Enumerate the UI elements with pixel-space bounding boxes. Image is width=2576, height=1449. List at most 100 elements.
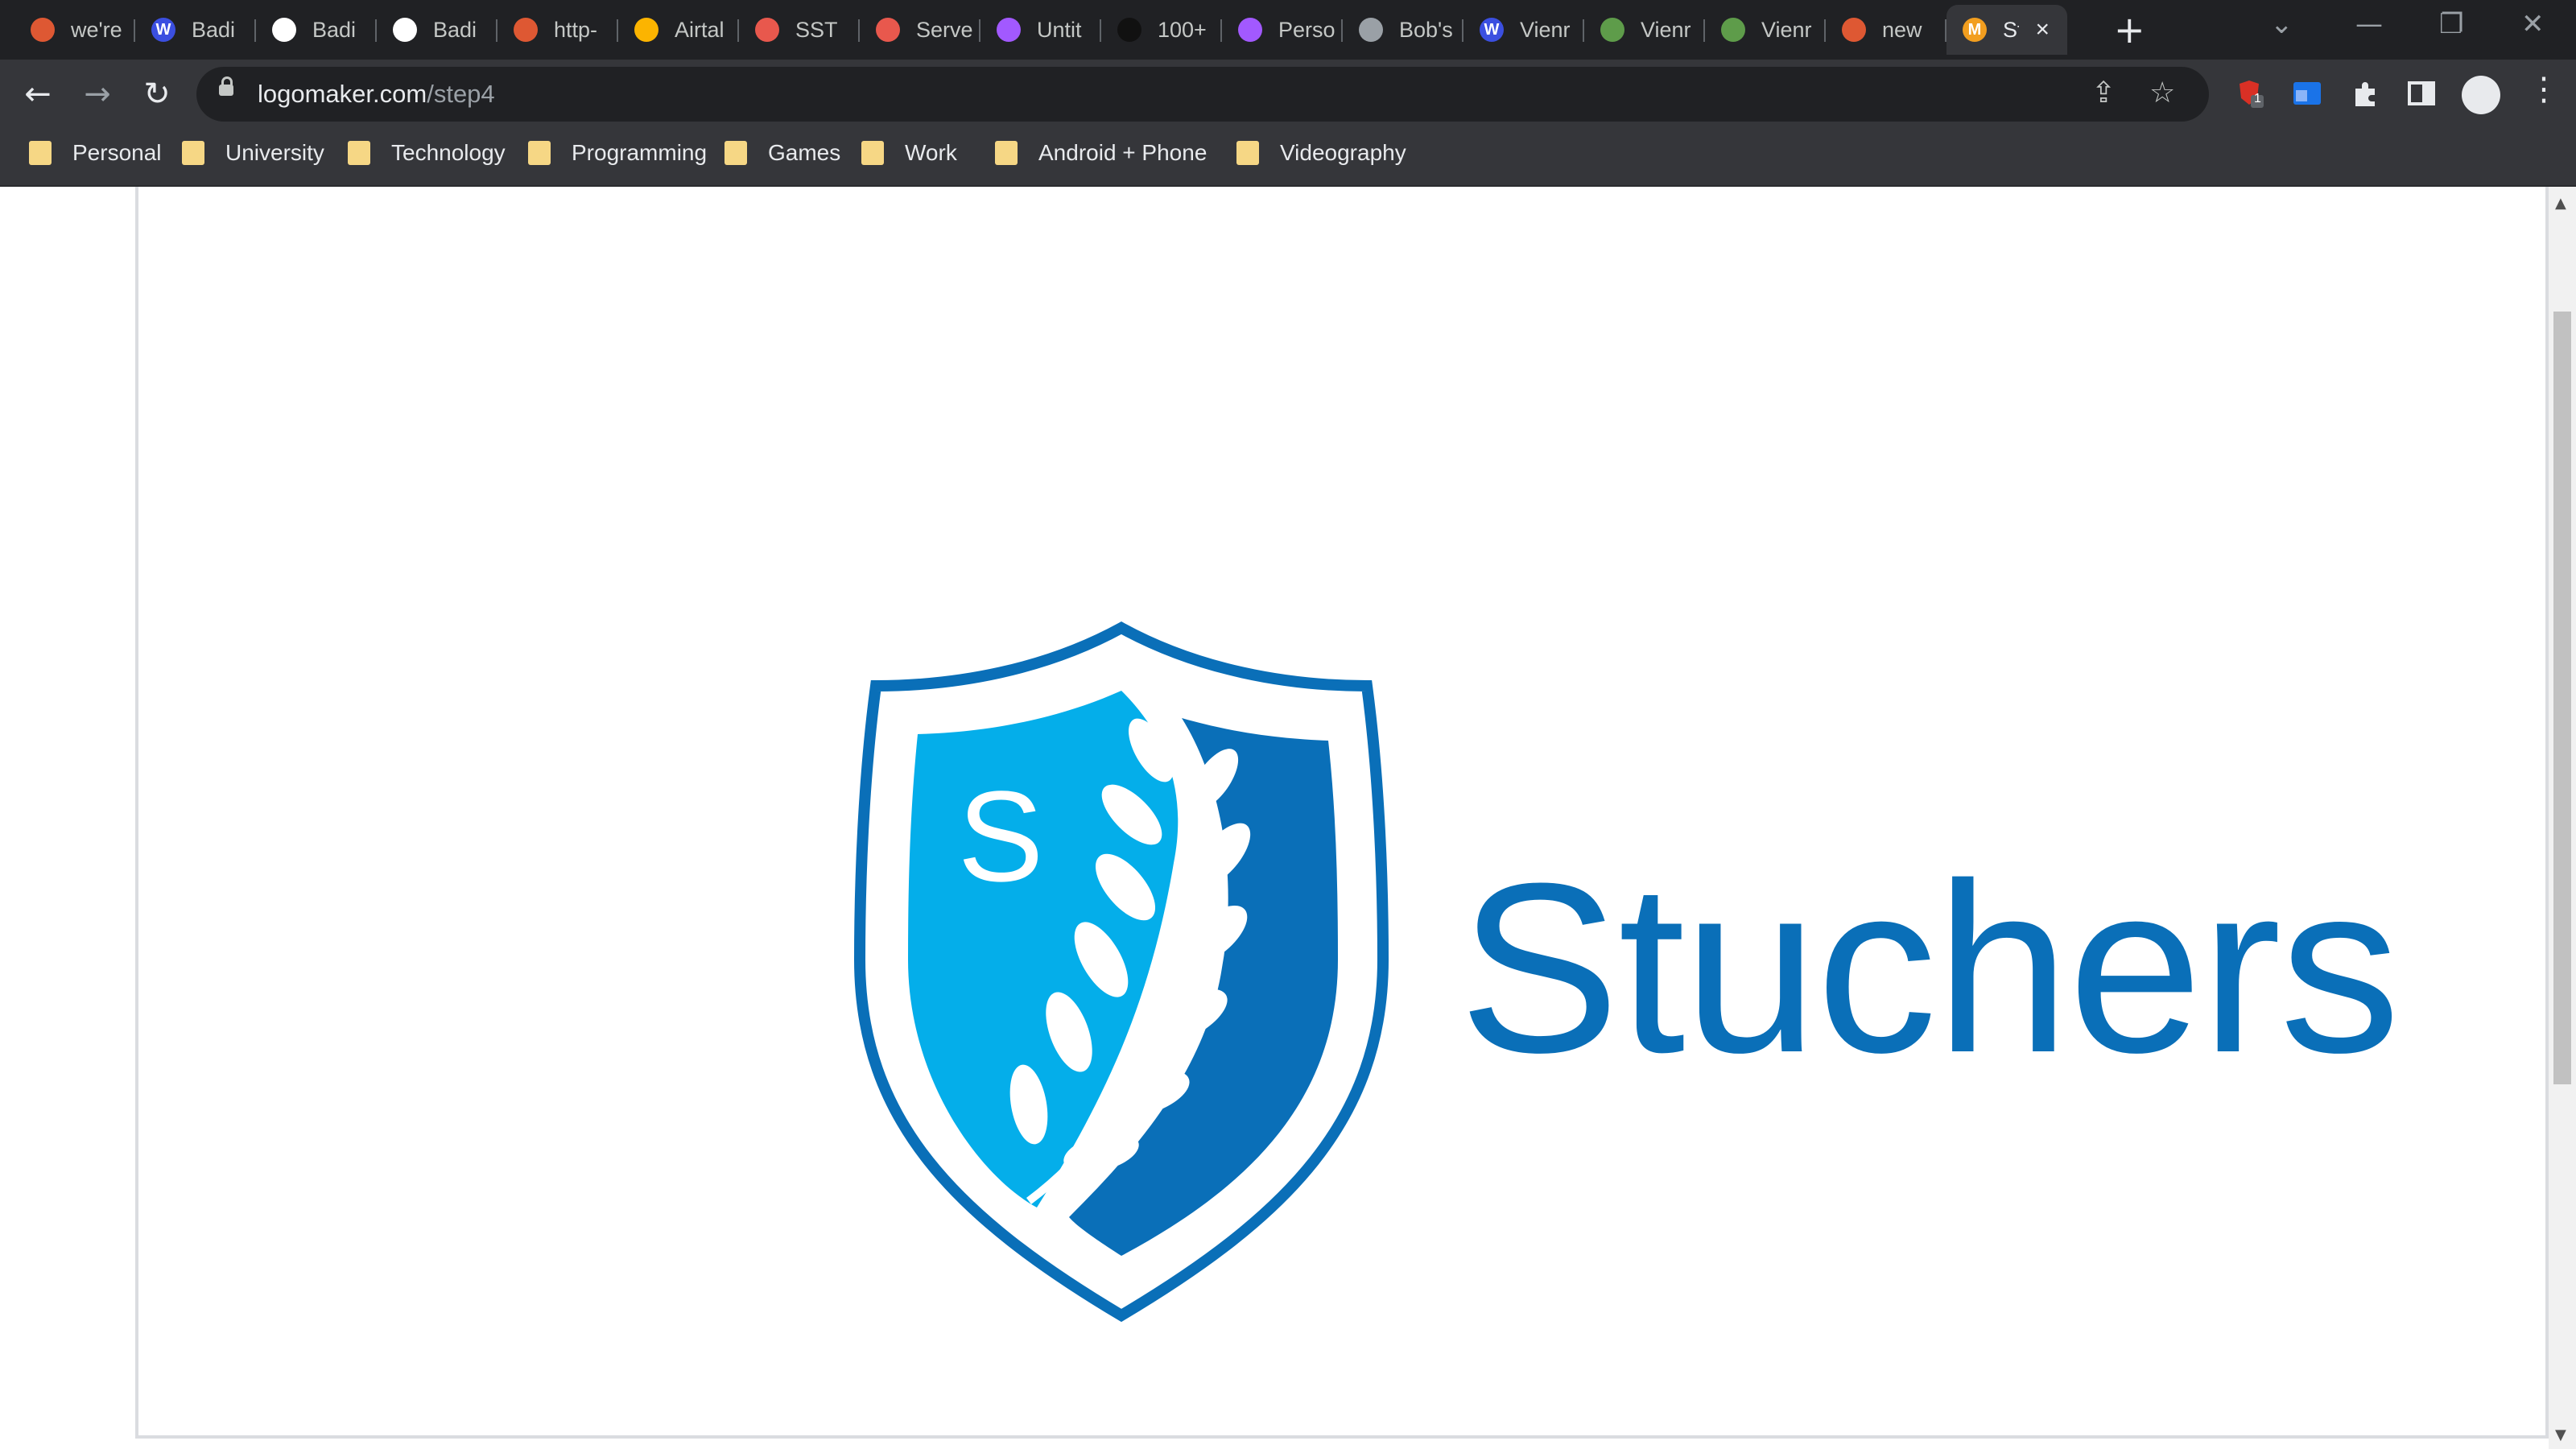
- tab[interactable]: new: [1826, 5, 1946, 55]
- tab-title: Serve: [916, 17, 972, 42]
- logo-brand-name: Stuchers: [1459, 832, 2401, 1103]
- tab[interactable]: Bob's: [1343, 5, 1463, 55]
- profile-avatar[interactable]: [2462, 76, 2500, 114]
- tab[interactable]: W Vienr: [1463, 5, 1584, 55]
- folder-icon: [724, 141, 747, 165]
- bookmark-label: Work: [905, 140, 957, 165]
- tab[interactable]: Airtal: [618, 5, 739, 55]
- scrollbar-thumb[interactable]: [2553, 312, 2571, 1084]
- reload-button[interactable]: ↻: [137, 74, 177, 114]
- bookmark-label: Programming: [572, 140, 708, 165]
- tab[interactable]: Badi: [377, 5, 497, 55]
- tab[interactable]: Serve: [860, 5, 980, 55]
- extensions-puzzle-icon[interactable]: [2349, 77, 2381, 109]
- tab-title: SST: [795, 17, 838, 42]
- bookmark-label: Technology: [391, 140, 506, 165]
- bookmark-folder[interactable]: Games: [724, 140, 840, 166]
- folder-icon: [29, 141, 52, 165]
- extension-window-icon[interactable]: [2291, 77, 2323, 109]
- tab[interactable]: we're: [14, 5, 135, 55]
- tab-title: Vienr: [1520, 17, 1571, 42]
- leaf-icon: [1721, 18, 1745, 42]
- url-path: /step4: [427, 80, 495, 108]
- bookmark-folder[interactable]: Android + Phone: [995, 140, 1207, 166]
- browser-menu-icon[interactable]: ⋮: [2528, 71, 2560, 108]
- tab[interactable]: Perso: [1222, 5, 1343, 55]
- duckduckgo-icon: [514, 18, 538, 42]
- extension-adblock-icon[interactable]: 1: [2233, 77, 2265, 109]
- duckduckgo-icon: [1842, 18, 1866, 42]
- tab-title: St: [2003, 17, 2019, 42]
- scroll-up-arrow-icon[interactable]: ▲: [2555, 195, 2566, 212]
- tab-title: 100+: [1158, 17, 1207, 42]
- bookmark-folder[interactable]: Work: [861, 140, 957, 166]
- bookmark-folder[interactable]: Videography: [1236, 140, 1406, 166]
- unsplash-icon: [1117, 18, 1141, 42]
- url-text[interactable]: logomaker.com/step4: [258, 80, 495, 109]
- folder-icon: [995, 141, 1018, 165]
- url-host: logomaker.com: [258, 80, 427, 108]
- tab[interactable]: W Badi: [135, 5, 256, 55]
- tab[interactable]: Badi: [256, 5, 377, 55]
- page-scrollbar[interactable]: ▲ ▼: [2549, 187, 2576, 1449]
- bookmark-folder[interactable]: Personal: [29, 140, 162, 166]
- address-bar[interactable]: logomaker.com/step4 ⇪ ☆: [196, 67, 2209, 122]
- bookmark-label: Android + Phone: [1038, 140, 1208, 165]
- tab[interactable]: Vienr: [1584, 5, 1705, 55]
- leaf-icon: [1600, 18, 1624, 42]
- minimize-button[interactable]: —: [2355, 8, 2383, 40]
- new-tab-button[interactable]: +: [2114, 10, 2145, 50]
- folder-icon: [182, 141, 204, 165]
- tab-strip: we're W Badi Badi Badi http- Airtal SST Serve Unt…: [0, 0, 2576, 60]
- back-button[interactable]: ←: [18, 74, 58, 114]
- tab[interactable]: Untit: [980, 5, 1101, 55]
- page-viewport: S Stuchers: [0, 187, 2549, 1449]
- bookmark-folder[interactable]: Technology: [348, 140, 506, 166]
- list-icon: [876, 18, 900, 42]
- bookmark-star-icon[interactable]: ☆: [2149, 76, 2175, 109]
- tab-close-icon[interactable]: ×: [2035, 16, 2050, 43]
- logo-preview-card: S Stuchers: [135, 187, 2549, 1439]
- duckduckgo-icon: [31, 18, 55, 42]
- tab-active[interactable]: M St ×: [1946, 5, 2067, 55]
- airtable-icon: [634, 18, 658, 42]
- share-icon[interactable]: ⇪: [2091, 76, 2116, 109]
- bookmarks-bar: Personal University Technology Programming G…: [0, 129, 2576, 187]
- close-window-button[interactable]: ✕: [2521, 8, 2545, 40]
- side-panel-icon[interactable]: [2405, 77, 2438, 109]
- bookmark-folder[interactable]: University: [182, 140, 324, 166]
- folder-icon: [861, 141, 884, 165]
- tab[interactable]: Vienr: [1705, 5, 1826, 55]
- figma-icon: [1238, 18, 1262, 42]
- folder-icon: [1236, 141, 1259, 165]
- bookmark-label: Personal: [72, 140, 162, 165]
- lock-icon[interactable]: [219, 76, 233, 96]
- extension-badge: 1: [2254, 92, 2261, 105]
- logo-monogram: S: [958, 764, 1044, 908]
- tab-title: Vienr: [1641, 17, 1691, 42]
- logomaker-icon: M: [1963, 18, 1987, 42]
- scroll-down-arrow-icon[interactable]: ▼: [2555, 1426, 2566, 1443]
- tab-list: we're W Badi Badi Badi http- Airtal SST Serve Unt…: [14, 5, 2067, 55]
- forward-button[interactable]: →: [77, 74, 118, 114]
- tab[interactable]: http-: [497, 5, 618, 55]
- figma-icon: [997, 18, 1021, 42]
- shield-logo-icon: S: [853, 621, 1389, 1322]
- tab-title: we're: [71, 17, 122, 42]
- tab[interactable]: SST: [739, 5, 860, 55]
- bookmark-folder[interactable]: Programming: [528, 140, 707, 166]
- tab-title: Badi: [192, 17, 236, 42]
- photo-portrait-icon: [272, 18, 296, 42]
- tab[interactable]: 100+: [1101, 5, 1222, 55]
- browser-toolbar: ← → ↻ logomaker.com/step4 ⇪ ☆ 1 ⋮: [0, 60, 2576, 129]
- tab-title: Badi: [312, 17, 357, 42]
- tab-title: Badi: [433, 17, 477, 42]
- restore-button[interactable]: ❐: [2439, 8, 2463, 40]
- tab-title: Vienr: [1761, 17, 1812, 42]
- tab-title: Bob's: [1399, 17, 1453, 42]
- folder-icon: [528, 141, 551, 165]
- tab-search-chevron-icon[interactable]: ⌄: [2270, 8, 2293, 40]
- w-logo-icon: W: [1480, 18, 1504, 42]
- tab-title: Untit: [1037, 17, 1082, 42]
- bookmark-label: University: [225, 140, 324, 165]
